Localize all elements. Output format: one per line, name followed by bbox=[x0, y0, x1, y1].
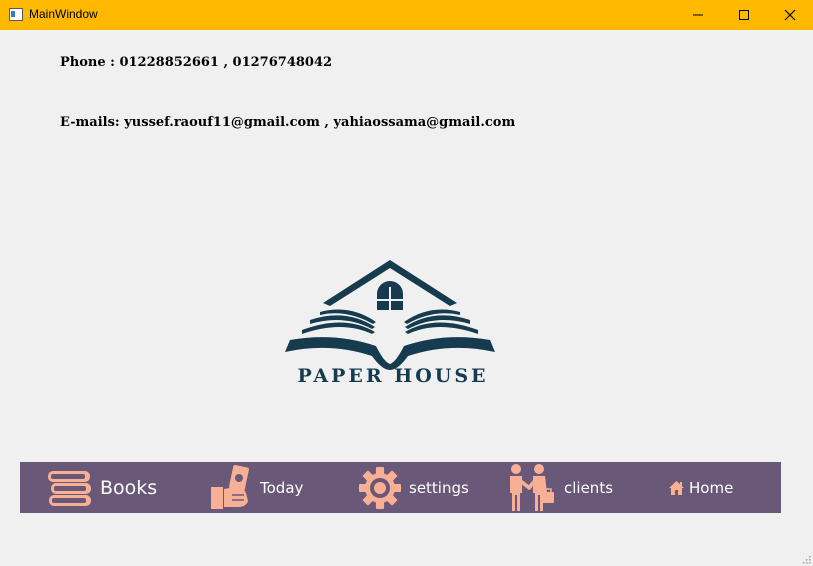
emails-text: E-mails: yussef.raouf11@gmail.com , yahi… bbox=[60, 115, 516, 130]
phone-text: Phone : 01228852661 , 01276748042 bbox=[60, 55, 333, 70]
minimize-button[interactable] bbox=[675, 0, 721, 30]
close-icon bbox=[784, 9, 796, 21]
app-icon bbox=[9, 8, 23, 21]
books-icon bbox=[48, 470, 91, 506]
gear-icon bbox=[359, 466, 401, 509]
title-bar[interactable]: MainWindow bbox=[0, 0, 813, 30]
close-button[interactable] bbox=[767, 0, 813, 30]
nav-home-button[interactable]: Home bbox=[668, 462, 733, 513]
nav-books-button[interactable]: Books bbox=[46, 462, 157, 513]
nav-clients-button[interactable]: clients bbox=[507, 462, 613, 513]
nav-books-label: Books bbox=[100, 476, 158, 499]
minimize-icon bbox=[693, 14, 703, 16]
handshake-icon bbox=[510, 463, 554, 511]
resize-grip-icon[interactable] bbox=[803, 556, 811, 564]
nav-bar: Books Today settings clients Home bbox=[20, 462, 781, 513]
nav-home-label: Home bbox=[689, 478, 734, 497]
nav-today-label: Today bbox=[260, 478, 304, 497]
nav-settings-button[interactable]: settings bbox=[358, 462, 469, 513]
home-icon bbox=[669, 480, 684, 495]
paper-house-logo: PAPER HOUSE bbox=[285, 260, 495, 387]
logo-text: PAPER HOUSE bbox=[297, 365, 488, 387]
maximize-icon bbox=[739, 10, 749, 20]
nav-settings-label: settings bbox=[409, 478, 469, 497]
nav-today-button[interactable]: Today bbox=[210, 462, 303, 513]
window-title: MainWindow bbox=[29, 7, 98, 21]
maximize-button[interactable] bbox=[721, 0, 767, 30]
money-hand-icon bbox=[211, 464, 249, 509]
nav-clients-label: clients bbox=[564, 478, 614, 497]
